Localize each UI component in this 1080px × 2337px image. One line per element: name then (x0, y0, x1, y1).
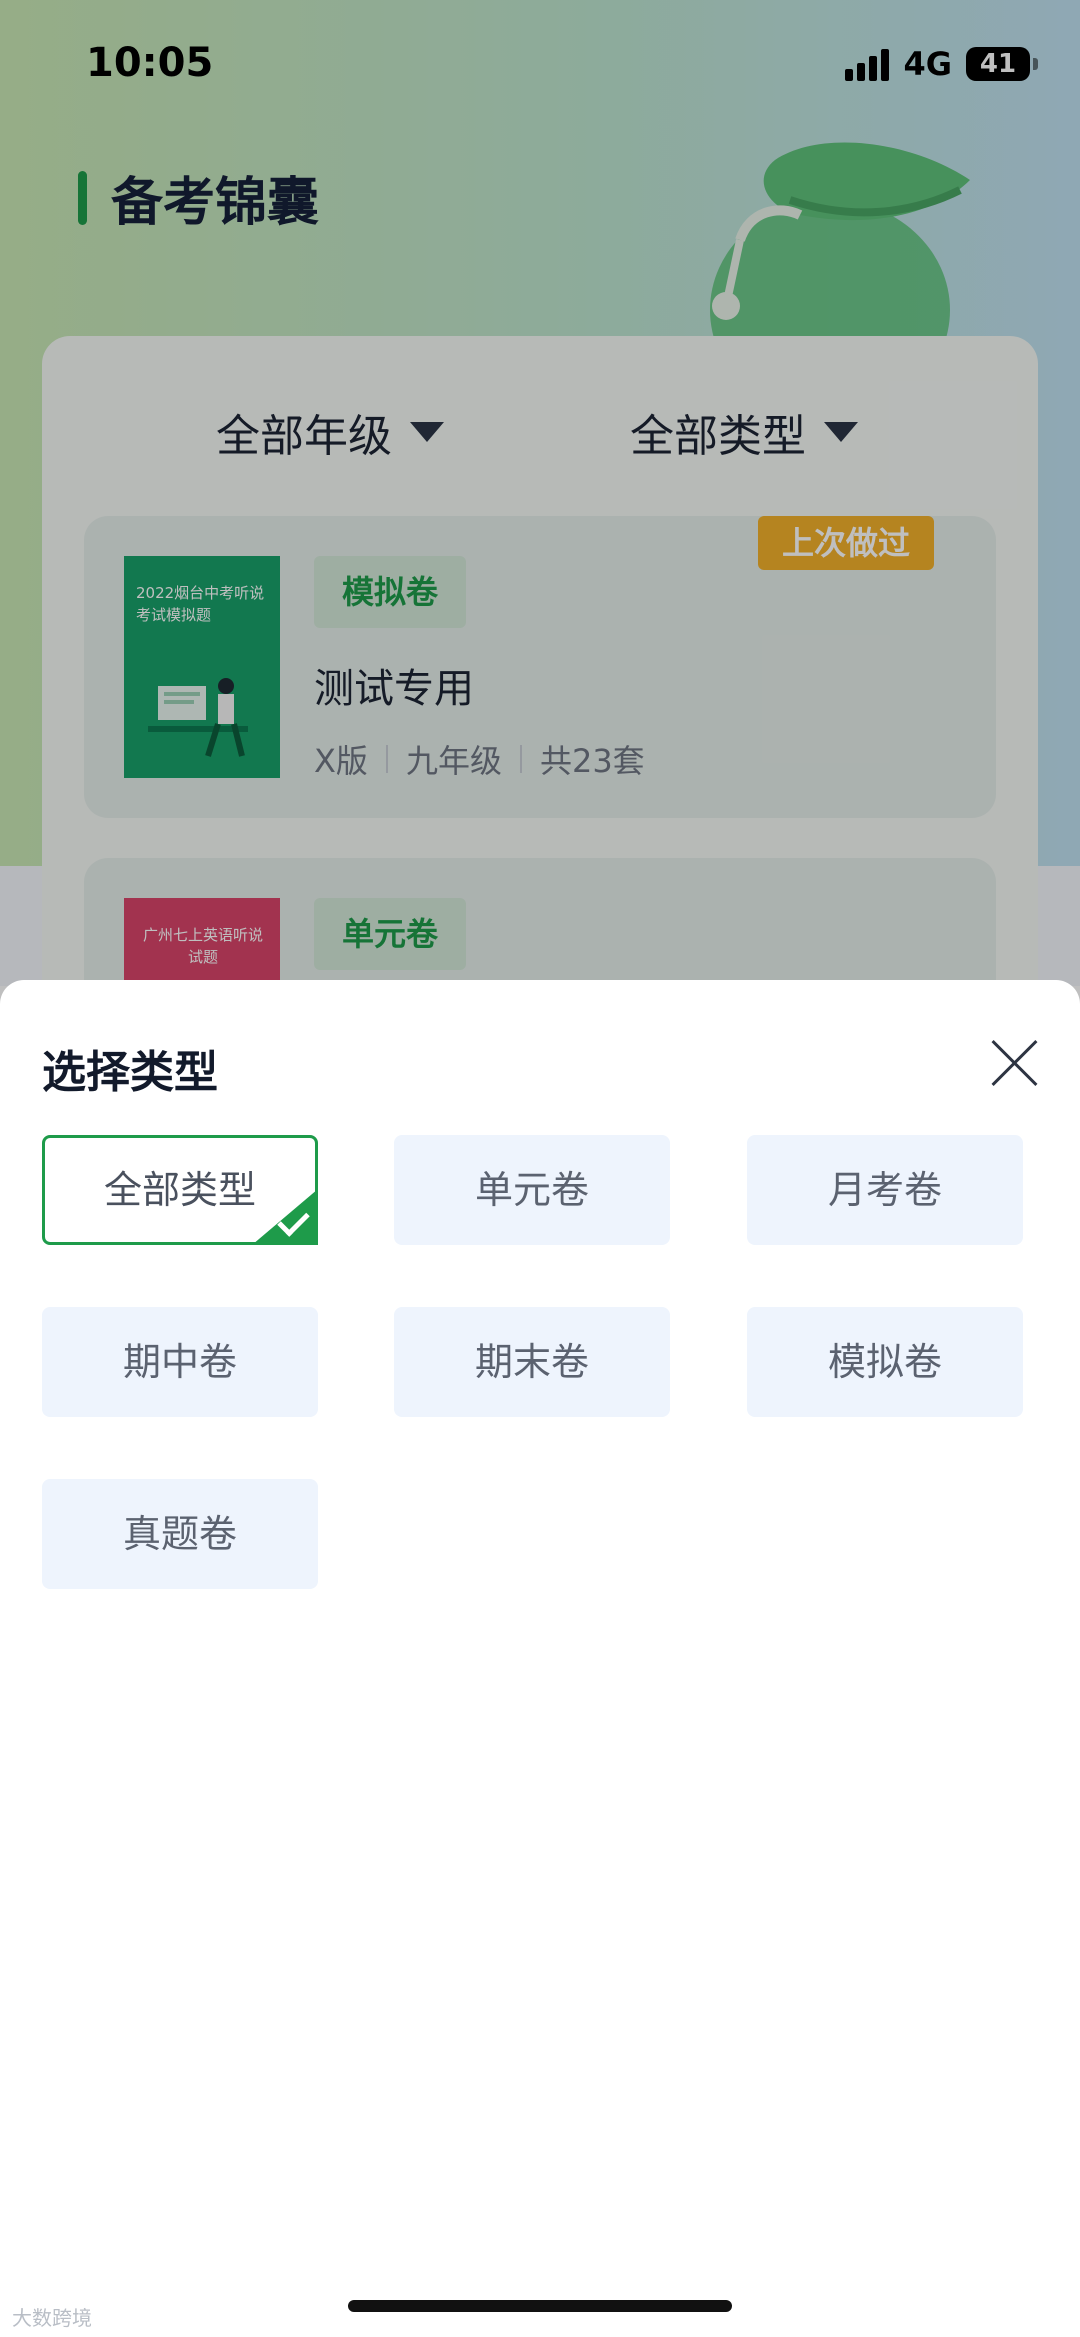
type-option-label: 期末卷 (474, 1340, 589, 1384)
close-icon[interactable] (992, 1040, 1038, 1086)
type-option-label: 期中卷 (122, 1340, 237, 1384)
check-icon (252, 1189, 318, 1245)
type-option-label: 全部类型 (103, 1168, 256, 1212)
type-option-final[interactable]: 期末卷 (394, 1307, 670, 1417)
type-option-label: 真题卷 (122, 1512, 237, 1556)
type-option-unit[interactable]: 单元卷 (394, 1135, 670, 1245)
type-option-all[interactable]: 全部类型 (42, 1135, 318, 1245)
type-option-mock[interactable]: 模拟卷 (747, 1307, 1023, 1417)
sheet-title: 选择类型 (42, 1047, 218, 1098)
type-select-sheet: 选择类型 全部类型 单元卷 月考卷 期中卷 期末卷 模拟卷 真题卷 (0, 980, 1080, 2337)
type-option-monthly[interactable]: 月考卷 (747, 1135, 1023, 1245)
type-option-label: 月考卷 (827, 1168, 942, 1212)
type-option-label: 模拟卷 (827, 1340, 942, 1384)
home-indicator[interactable] (348, 2300, 732, 2312)
type-option-midterm[interactable]: 期中卷 (42, 1307, 318, 1417)
type-option-real[interactable]: 真题卷 (42, 1479, 318, 1589)
watermark: 大数跨境 (12, 2306, 92, 2330)
type-option-label: 单元卷 (474, 1168, 589, 1212)
